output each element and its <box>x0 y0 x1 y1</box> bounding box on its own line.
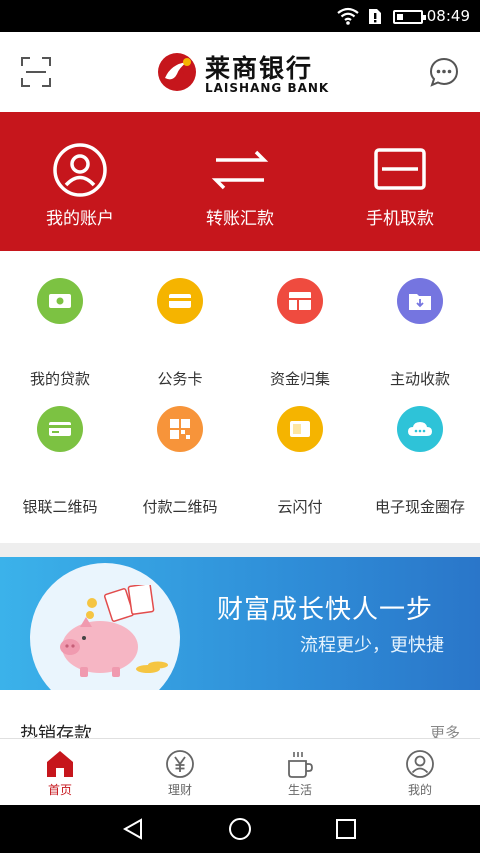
hot-deposits-section: 热销存款 更多 <box>0 690 480 745</box>
status-bar: 08:49 <box>0 0 480 32</box>
service-fund-collection[interactable]: 资金归集 <box>240 278 360 406</box>
tab-home[interactable]: 首页 <box>0 739 120 805</box>
loan-icon <box>37 278 83 324</box>
tab-life[interactable]: 生活 <box>240 739 360 805</box>
service-payment-qr[interactable]: 付款二维码 <box>120 406 240 534</box>
quick-action-my-account[interactable]: 我的账户 <box>0 112 160 251</box>
service-e-cash-load[interactable]: 电子现金圈存 <box>360 406 480 534</box>
fund-collect-icon <box>277 278 323 324</box>
receive-payment-icon <box>397 278 443 324</box>
home-icon <box>47 751 73 777</box>
user-account-icon <box>53 143 107 197</box>
coffee-cup-icon <box>288 752 313 778</box>
service-my-loan[interactable]: 我的贷款 <box>0 278 120 406</box>
scan-icon[interactable] <box>20 56 52 88</box>
tab-label: 理财 <box>167 783 192 797</box>
transfer-arrows-icon <box>211 150 269 190</box>
home-circle-icon[interactable] <box>228 817 252 841</box>
card-withdraw-icon <box>374 148 426 190</box>
tab-wealth[interactable]: 理财 <box>120 739 240 805</box>
tab-label: 首页 <box>47 783 72 797</box>
wifi-icon <box>337 7 359 25</box>
payment-qr-icon <box>157 406 203 452</box>
quick-action-label: 转账汇款 <box>206 209 274 229</box>
system-nav-bar <box>0 805 480 853</box>
tab-mine[interactable]: 我的 <box>360 739 480 805</box>
yen-icon <box>166 750 194 778</box>
service-label: 电子现金圈存 <box>374 498 465 516</box>
service-label: 付款二维码 <box>142 498 218 516</box>
quick-action-label: 我的账户 <box>46 209 114 229</box>
banner-title: 财富成长快人一步 <box>217 595 434 625</box>
promo-banner[interactable]: 财富成长快人一步 流程更少，更快捷 <box>0 557 480 690</box>
official-card-icon <box>157 278 203 324</box>
unionpay-qr-icon <box>37 406 83 452</box>
status-time: 08:49 <box>426 7 470 25</box>
app-header: 莱商银行 LAISHANG BANK <box>0 32 480 112</box>
tab-label: 我的 <box>407 783 432 797</box>
service-label: 资金归集 <box>269 370 330 388</box>
service-official-card[interactable]: 公务卡 <box>120 278 240 406</box>
service-label: 我的贷款 <box>29 370 90 388</box>
battery-icon <box>393 10 426 24</box>
cloud-quickpass-icon <box>277 406 323 452</box>
service-cloud-quickpass[interactable]: 云闪付 <box>240 406 360 534</box>
quick-actions-bar: 我的账户 转账汇款 手机取款 <box>0 112 480 251</box>
back-icon[interactable] <box>121 817 145 841</box>
services-grid: 我的贷款 公务卡 资金归集 主动收款 银联二维码 付款二维码 云闪付 电子现金圈… <box>0 251 480 543</box>
e-cash-cloud-icon <box>397 406 443 452</box>
service-unionpay-qr[interactable]: 银联二维码 <box>0 406 120 534</box>
bottom-tab-bar: 首页 理财 生活 我的 <box>0 738 480 805</box>
service-label: 云闪付 <box>277 498 323 516</box>
bank-logo-mark-icon <box>158 53 196 91</box>
bank-logo: 莱商银行 LAISHANG BANK <box>157 47 337 97</box>
tab-label: 生活 <box>287 783 312 797</box>
service-label: 银联二维码 <box>22 498 98 516</box>
service-active-receive[interactable]: 主动收款 <box>360 278 480 406</box>
quick-action-label: 手机取款 <box>366 209 434 229</box>
service-label: 主动收款 <box>389 370 450 388</box>
quick-action-mobile-withdraw[interactable]: 手机取款 <box>320 112 480 251</box>
recent-apps-icon[interactable] <box>336 819 356 839</box>
banner-subtitle: 流程更少，更快捷 <box>300 635 444 656</box>
sim-card-icon <box>369 9 381 24</box>
bank-name-en: LAISHANG BANK <box>205 81 330 95</box>
piggy-bank-icon <box>60 585 168 677</box>
service-label: 公务卡 <box>157 370 203 388</box>
section-divider <box>0 543 480 557</box>
message-icon[interactable] <box>428 56 460 88</box>
quick-action-transfer[interactable]: 转账汇款 <box>160 112 320 251</box>
bank-name-cn: 莱商银行 <box>205 54 314 83</box>
profile-icon <box>406 750 434 778</box>
